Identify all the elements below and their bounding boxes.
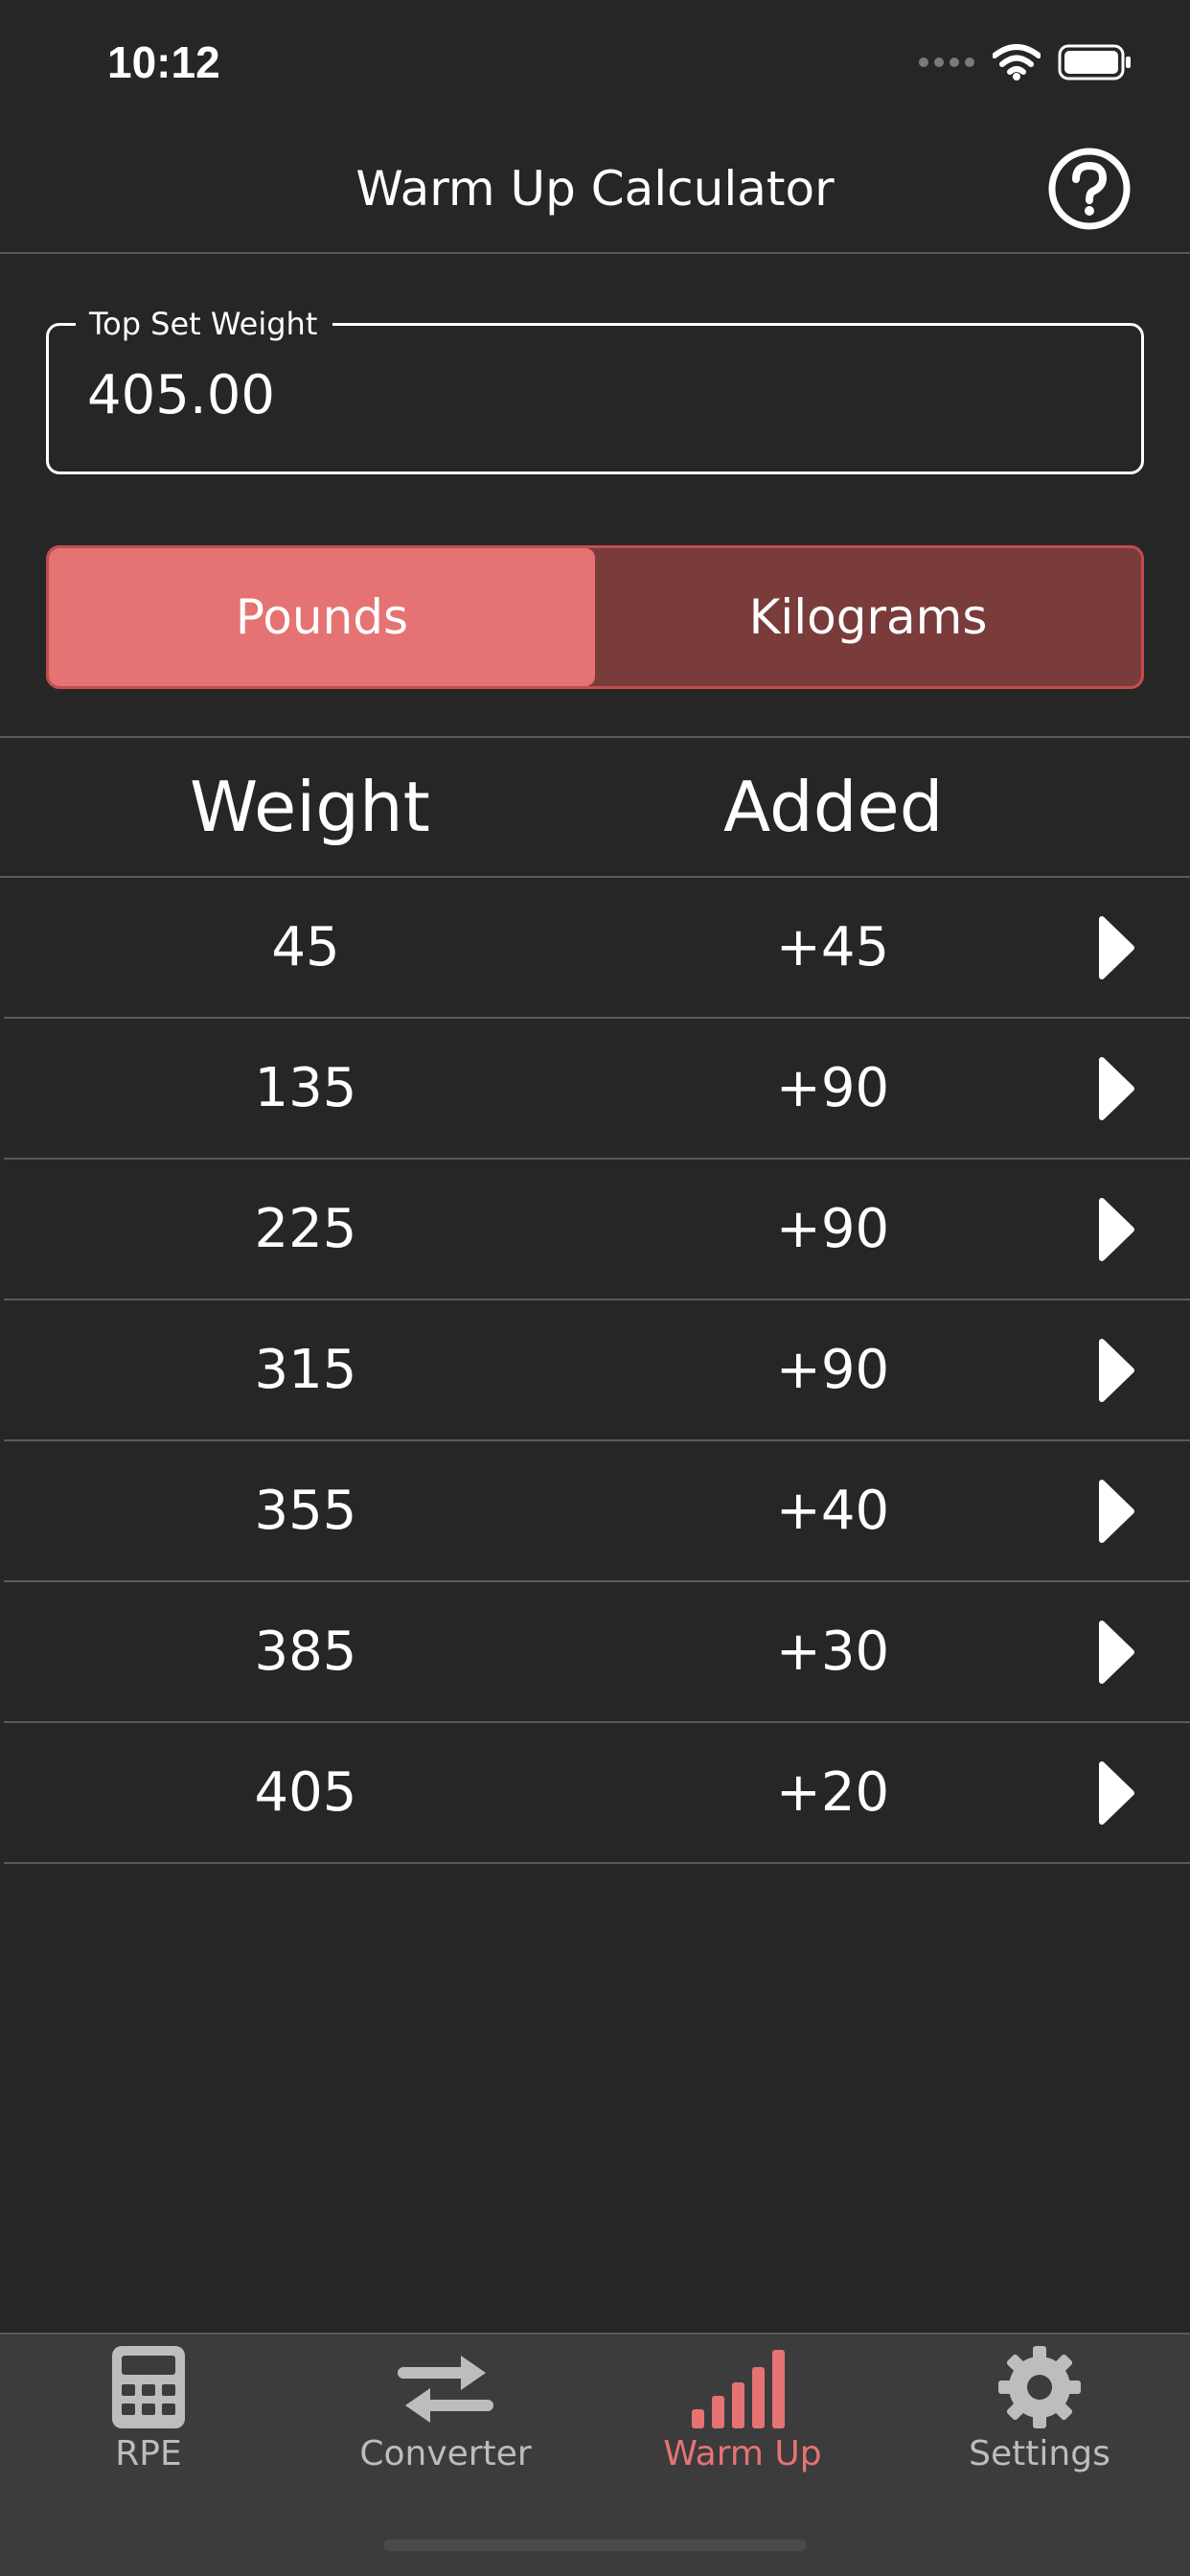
- top-set-weight-input[interactable]: [87, 364, 1045, 426]
- added-cell: +90: [775, 1198, 890, 1260]
- top-set-weight-label: Top Set Weight: [76, 305, 333, 343]
- table-row[interactable]: 355 +40: [4, 1441, 1190, 1582]
- chevron-right-icon[interactable]: [1096, 1619, 1136, 1686]
- added-cell: +20: [775, 1761, 890, 1824]
- segment-kilograms[interactable]: Kilograms: [595, 548, 1141, 686]
- tab-converter[interactable]: Converter: [297, 2344, 594, 2473]
- tab-label: Warm Up: [663, 2434, 822, 2473]
- status-bar: 10:12: [0, 0, 1190, 125]
- added-cell: +90: [775, 1057, 890, 1119]
- added-cell: +30: [775, 1621, 890, 1683]
- tab-rpe[interactable]: RPE: [0, 2344, 297, 2473]
- table-header: Weight Added: [0, 736, 1190, 878]
- table-row[interactable]: 45 +45: [4, 878, 1190, 1019]
- cellular-signal-icon: [919, 58, 974, 67]
- segment-pounds[interactable]: Pounds: [49, 548, 595, 686]
- tab-bar: RPE Converter Warm Up Settings: [0, 2333, 1190, 2576]
- table-row[interactable]: 385 +30: [4, 1582, 1190, 1723]
- units-segmented-control[interactable]: Pounds Kilograms: [46, 545, 1144, 689]
- wifi-icon: [993, 44, 1041, 80]
- weight-cell: 135: [254, 1057, 357, 1119]
- added-cell: +45: [775, 916, 890, 978]
- table-row[interactable]: 135 +90: [4, 1019, 1190, 1160]
- battery-icon: [1058, 44, 1131, 80]
- column-header-added: Added: [723, 767, 944, 847]
- status-time: 10:12: [107, 37, 220, 87]
- chevron-right-icon[interactable]: [1096, 1478, 1136, 1545]
- chevron-right-icon[interactable]: [1096, 1760, 1136, 1827]
- nav-bar: Warm Up Calculator: [0, 125, 1190, 254]
- chevron-right-icon[interactable]: [1096, 914, 1136, 981]
- added-cell: +90: [775, 1339, 890, 1401]
- page-title: Warm Up Calculator: [355, 161, 835, 217]
- table-row[interactable]: 405 +20: [4, 1723, 1190, 1864]
- gear-icon: [998, 2346, 1081, 2428]
- tab-settings[interactable]: Settings: [891, 2344, 1188, 2473]
- weight-cell: 385: [254, 1621, 357, 1683]
- chevron-right-icon[interactable]: [1096, 1337, 1136, 1404]
- weight-cell: 405: [254, 1761, 357, 1824]
- calculator-icon: [112, 2346, 185, 2428]
- tab-label: Settings: [969, 2434, 1110, 2473]
- weight-cell: 355: [254, 1480, 357, 1542]
- swap-arrows-icon: [398, 2356, 493, 2423]
- weight-cell: 315: [254, 1339, 357, 1401]
- bar-chart-icon: [692, 2350, 785, 2428]
- chevron-right-icon[interactable]: [1096, 1196, 1136, 1263]
- chevron-right-icon[interactable]: [1096, 1055, 1136, 1122]
- table-row[interactable]: 315 +90: [4, 1300, 1190, 1441]
- weight-cell: 45: [271, 916, 340, 978]
- column-header-weight: Weight: [190, 767, 430, 847]
- table-row[interactable]: 225 +90: [4, 1160, 1190, 1300]
- tab-warm-up[interactable]: Warm Up: [594, 2344, 891, 2473]
- home-indicator: [383, 2540, 807, 2551]
- status-icons: [918, 44, 1133, 80]
- top-set-weight-field[interactable]: Top Set Weight: [46, 305, 1144, 474]
- tab-label: RPE: [115, 2434, 182, 2473]
- question-circle-icon[interactable]: [1046, 146, 1133, 232]
- weight-cell: 225: [254, 1198, 357, 1260]
- tab-label: Converter: [359, 2434, 532, 2473]
- warmup-table: 45 +45 135 +90 225 +90 315 +90 355 +40 3…: [0, 878, 1190, 1864]
- added-cell: +40: [775, 1480, 890, 1542]
